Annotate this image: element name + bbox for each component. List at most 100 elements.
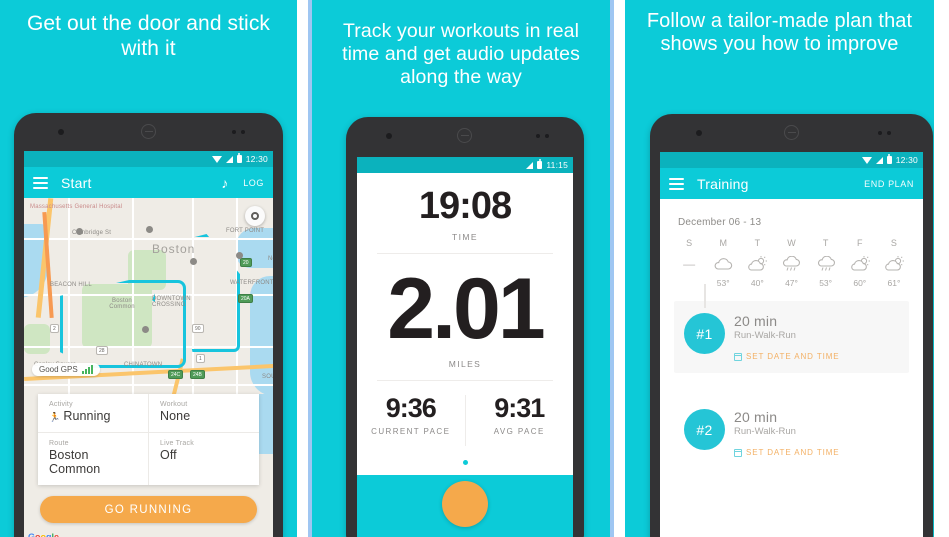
android-status-bar: 12:30 (24, 151, 273, 167)
timeline-connector (704, 284, 706, 308)
signal-icon (225, 155, 233, 163)
phone-logo-icon (457, 128, 472, 143)
rain-icon (809, 253, 843, 275)
weather-day: M 53° (706, 238, 740, 288)
live-track-selector[interactable]: Live Track Off (148, 433, 259, 485)
go-running-button[interactable]: GO RUNNING (40, 496, 257, 523)
day-temp: 40° (750, 278, 764, 288)
partly-sunny-icon (877, 253, 911, 275)
weather-day: W 47° (774, 238, 808, 288)
front-camera-icon (58, 129, 64, 135)
map-route-shield: 20A (238, 294, 253, 303)
map-route-shield: 2 (50, 324, 59, 333)
google-logo: Google (28, 532, 60, 537)
weather-day: F 60° (843, 238, 877, 288)
workout-selector[interactable]: Workout None (148, 394, 259, 432)
map-label-chinatown: CHINATOWN (124, 362, 163, 368)
panel-headline: Follow a tailor-made plan that shows you… (646, 10, 913, 56)
day-temp: 53° (819, 278, 833, 288)
day-temp: 53° (716, 278, 730, 288)
workout-card[interactable]: #1 20 min Run-Walk-Run SET DATE AND TIME (674, 301, 909, 373)
gps-status-badge: Good GPS (32, 363, 100, 376)
front-camera-icon (386, 133, 392, 139)
workout-stats-screen[interactable]: 19:08 TIME 2.01 MILES 9:36 CURRENT PACE (357, 173, 573, 537)
day-letter: F (857, 238, 863, 248)
settings-row: Route Boston Common Live Track Off (38, 432, 259, 485)
partly-sunny-icon (740, 253, 774, 275)
menu-icon[interactable] (33, 176, 48, 189)
field-value: None (160, 409, 191, 423)
weather-day: S 61° (877, 238, 911, 288)
my-location-button[interactable] (245, 206, 265, 226)
day-letter: S (890, 238, 897, 248)
panel-headline: Get out the door and stick with it (26, 12, 271, 60)
stat-value: 9:31 (494, 393, 545, 423)
wifi-icon (861, 156, 872, 164)
set-date-and-time-button[interactable]: SET DATE AND TIME (734, 448, 909, 457)
menu-icon[interactable] (669, 177, 684, 190)
android-status-bar: 11:15 (357, 157, 573, 173)
weather-week-row: S — M 53° T 40° W 47° T 53° F 60° S 61° (660, 228, 923, 288)
weather-day: T 40° (740, 238, 774, 288)
cloud-icon (706, 253, 740, 275)
stat-current-pace: 9:36 CURRENT PACE (357, 395, 465, 446)
pause-fab-button[interactable] (442, 481, 488, 527)
route-map[interactable]: Massachusetts General Hospital Cambridge… (24, 198, 273, 537)
panel-headline: Track your workouts in real time and get… (342, 20, 580, 88)
stat-caption: CURRENT PACE (371, 427, 451, 436)
bottom-bar (357, 475, 573, 537)
day-letter: T (754, 238, 761, 248)
map-label-south: SOUTH (262, 374, 273, 380)
set-date-label: SET DATE AND TIME (746, 352, 840, 361)
map-poi (76, 228, 83, 235)
signal-icon (526, 161, 534, 169)
weather-day: S — (672, 238, 706, 288)
end-plan-button[interactable]: END PLAN (864, 179, 914, 189)
music-note-icon[interactable]: ♪ (221, 176, 228, 190)
stat-caption: MILES (448, 359, 482, 369)
field-label: Route (49, 440, 69, 447)
page-indicator[interactable] (357, 446, 573, 475)
field-value: Boston Common (49, 448, 101, 476)
battery-icon (537, 159, 543, 169)
field-value: Off (160, 448, 177, 462)
field-label: Live Track (160, 440, 194, 447)
workout-card[interactable]: #2 20 min Run-Walk-Run SET DATE AND TIME (674, 397, 909, 469)
partly-sunny-icon (843, 253, 877, 275)
map-route-shield: 24B (190, 370, 205, 379)
map-poi (236, 252, 243, 259)
activity-selector[interactable]: Activity 🏃 Running (38, 394, 148, 432)
route-selector[interactable]: Route Boston Common (38, 433, 148, 485)
stat-avg-pace: 9:31 AVG PACE (464, 393, 574, 446)
workout-title: 20 min (734, 409, 778, 425)
promo-panel-tracking: Track your workouts in real time and get… (308, 0, 614, 537)
stat-distance: 2.01 MILES (357, 254, 573, 369)
battery-icon (236, 153, 242, 163)
map-route-shield: 1 (196, 354, 205, 363)
map-label-downtown: DOWNTOWN CROSSING (152, 296, 191, 308)
day-temp: 61° (887, 278, 901, 288)
map-park (24, 324, 50, 354)
log-button[interactable]: LOG (243, 178, 264, 188)
phone-logo-icon (141, 124, 156, 139)
phone-mockup: 12:30 Training END PLAN December 06 - 13… (650, 114, 933, 537)
battery-icon (886, 154, 892, 164)
map-label-hospital: Massachusetts General Hospital (30, 204, 123, 210)
gps-status-label: Good GPS (39, 365, 78, 374)
workout-subtitle: Run-Walk-Run (734, 330, 796, 341)
promo-panel-start: Get out the door and stick with it 12:30… (0, 0, 297, 537)
status-clock: 12:30 (895, 155, 918, 165)
phone-logo-icon (784, 125, 799, 140)
set-date-label: SET DATE AND TIME (746, 448, 840, 457)
calendar-icon (734, 352, 742, 361)
running-icon: 🏃 (49, 412, 61, 422)
day-temp: 60° (853, 278, 867, 288)
app-bar-title: Training (697, 175, 749, 192)
screenshot-stage: Get out the door and stick with it 12:30… (0, 0, 949, 537)
map-label-city: Boston (152, 242, 196, 256)
map-poi (190, 258, 197, 265)
settings-row: Activity 🏃 Running Workout None (38, 394, 259, 432)
map-label-neighborhood: BEACON HILL (50, 282, 92, 288)
set-date-and-time-button[interactable]: SET DATE AND TIME (734, 352, 909, 361)
speaker-dots-icon (232, 130, 245, 134)
